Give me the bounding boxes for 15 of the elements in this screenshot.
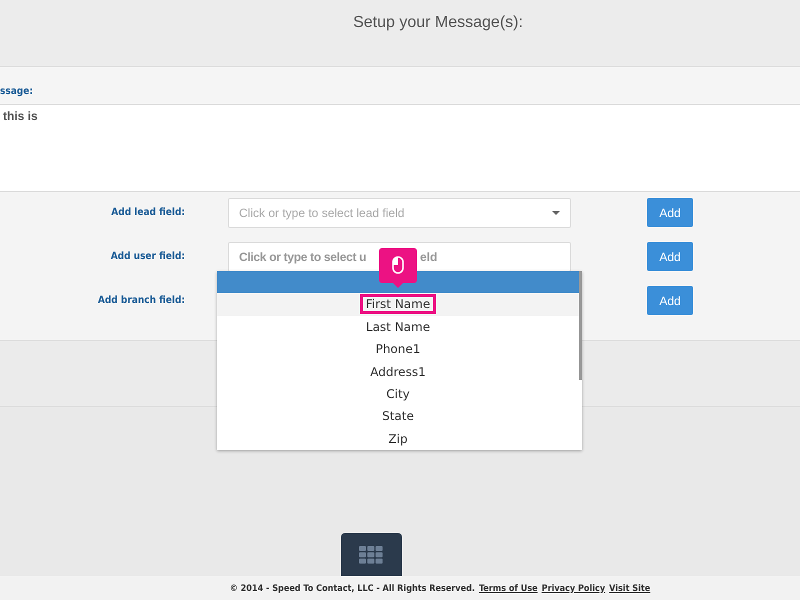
footer-link[interactable]: Privacy Policy [542,584,606,594]
message-textarea[interactable]: this is [0,105,800,192]
message-label: ssage: [0,86,33,97]
footer-link[interactable]: Visit Site [609,584,650,594]
grid-icon[interactable] [340,533,402,576]
field-label: Add lead field: [110,206,185,218]
dropdown-option[interactable] [217,271,579,294]
dropdown-option[interactable]: Zip [217,428,579,450]
mouse-click-icon [378,248,417,288]
dropdown-option[interactable]: First Name [217,293,579,316]
footer-link[interactable]: Terms of Use [478,584,538,594]
copyright-text: © 2014 - Speed To Contact, LLC - All Rights Reserved. [230,584,475,594]
field-label: Add user field: [110,250,185,262]
field-label: Add branch field: [96,294,185,306]
page-title: Setup your Message(s): [353,14,523,32]
